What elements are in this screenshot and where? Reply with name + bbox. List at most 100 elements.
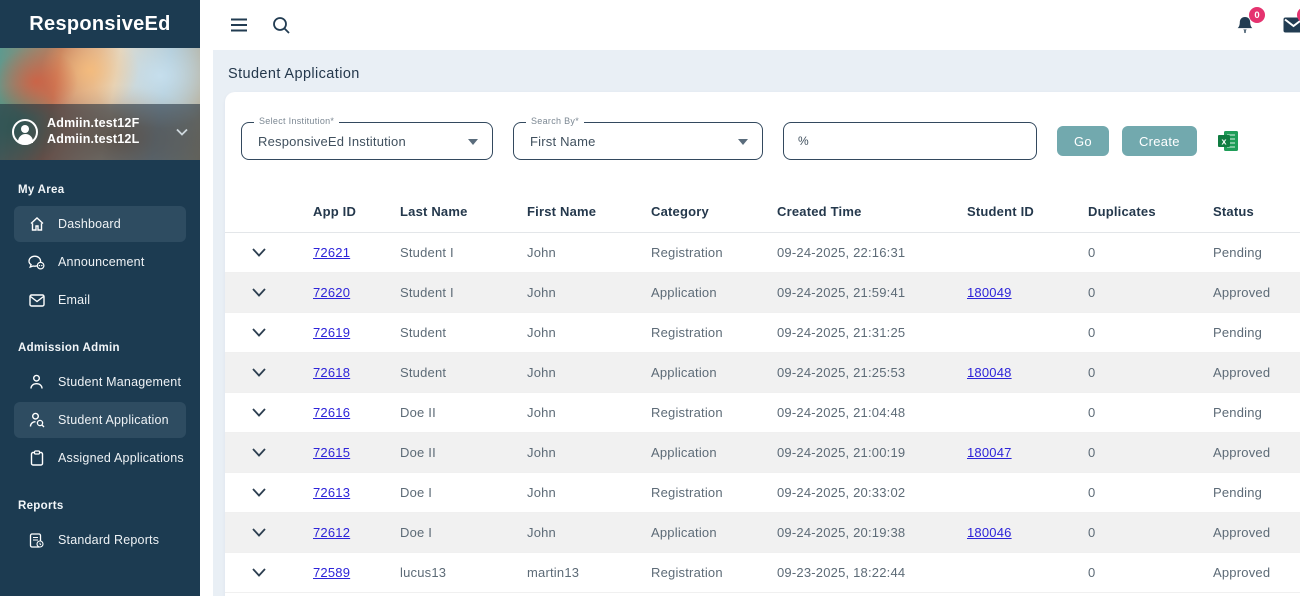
row-expand-chevron-icon[interactable] — [252, 367, 266, 377]
sidebar: ResponsiveEd Admiin.test12F Admiin.test1… — [0, 0, 200, 596]
sidebar-item-standard-reports[interactable]: Standard Reports — [14, 522, 186, 558]
last-name-cell: Doe I — [400, 512, 527, 552]
excel-export-icon[interactable]: x — [1217, 130, 1239, 152]
chevron-down-icon[interactable] — [176, 123, 188, 141]
sidebar-hero-image: Admiin.test12F Admiin.test12L — [0, 48, 200, 160]
row-expand-chevron-icon[interactable] — [252, 247, 266, 257]
search-by-select-label: Search By* — [526, 116, 585, 126]
row-expand-chevron-icon[interactable] — [252, 447, 266, 457]
status-cell: Approved — [1213, 512, 1300, 552]
first-name-cell: John — [527, 352, 651, 392]
student-id-link[interactable]: 180049 — [967, 285, 1012, 300]
row-expand-chevron-icon[interactable] — [252, 327, 266, 337]
row-expand-chevron-icon[interactable] — [252, 527, 266, 537]
institution-select[interactable]: Select Institution* ResponsiveEd Institu… — [241, 116, 493, 160]
last-name-cell: Student I — [400, 272, 527, 312]
app-id-link[interactable]: 72621 — [313, 245, 350, 260]
category-cell: Registration — [651, 244, 723, 260]
first-name-cell: John — [527, 244, 556, 260]
row-expand-chevron-icon[interactable] — [252, 407, 266, 417]
brand-logo-text: ResponsiveEd — [29, 12, 171, 35]
app-id-cell: 72619 — [313, 312, 400, 352]
row-expand-chevron-icon[interactable] — [252, 487, 266, 497]
row-expand-cell — [225, 552, 313, 592]
created-time-cell: 09-24-2025, 20:33:02 — [777, 484, 906, 500]
sidebar-item-student-management[interactable]: Student Management — [14, 364, 186, 400]
table-row: 72618 Student John Application 09-24-2025, 2… — [225, 352, 1300, 392]
app-id-link[interactable]: 72619 — [313, 325, 350, 340]
student-id-link[interactable]: 180047 — [967, 445, 1012, 460]
row-expand-chevron-icon[interactable] — [252, 567, 266, 577]
created-time-cell: 09-24-2025, 21:00:19 — [777, 432, 967, 472]
user-menu[interactable]: Admiin.test12F Admiin.test12L — [0, 104, 200, 160]
status-cell: Approved — [1213, 432, 1300, 472]
sidebar-item-label: Dashboard — [58, 217, 121, 231]
row-expand-cell — [225, 432, 313, 472]
filter-bar: Select Institution* ResponsiveEd Institu… — [225, 116, 1300, 160]
duplicates-cell: 0 — [1088, 512, 1213, 552]
duplicates-cell: 0 — [1088, 404, 1096, 420]
created-time-cell: 09-24-2025, 21:25:53 — [777, 352, 967, 392]
sidebar-item-label: Standard Reports — [58, 533, 160, 547]
row-expand-cell — [225, 512, 313, 552]
app-id-link[interactable]: 72589 — [313, 565, 350, 580]
table-row: 72620 Student I John Application 09-24-2025,… — [225, 272, 1300, 312]
section-label-admission-admin: Admission Admin — [18, 342, 120, 354]
search-icon[interactable] — [270, 14, 292, 36]
create-button[interactable]: Create — [1121, 126, 1197, 156]
page-title: Student Application — [228, 66, 360, 82]
search-by-select[interactable]: Search By* First Name — [513, 116, 763, 160]
created-time-cell: 09-24-2025, 21:04:48 — [777, 404, 906, 420]
report-clock-icon — [28, 532, 45, 549]
app-id-link[interactable]: 72613 — [313, 485, 350, 500]
sidebar-item-announcement[interactable]: Announcement — [14, 244, 186, 280]
avatar — [12, 119, 38, 145]
duplicates-cell: 0 — [1088, 484, 1096, 500]
row-expand-cell — [225, 352, 313, 392]
row-expand-cell — [225, 392, 313, 432]
category-cell: Application — [651, 512, 777, 552]
section-label-my-area: My Area — [18, 184, 65, 196]
last-name-cell: Doe I — [400, 484, 433, 500]
table-row: 72613 Doe I John Registration 09-24-2025, 20… — [225, 472, 1300, 512]
main-area: 0 2 Student Application Select Instituti… — [200, 0, 1300, 596]
app-id-link[interactable]: 72612 — [313, 525, 350, 540]
app-id-link[interactable]: 72616 — [313, 405, 350, 420]
sidebar-item-student-application[interactable]: Student Application — [14, 402, 186, 438]
hamburger-menu-icon[interactable] — [228, 14, 250, 36]
app-id-cell: 72589 — [313, 552, 400, 592]
column-header-category: Category — [651, 192, 777, 233]
student-id-cell — [967, 552, 1088, 592]
mail-icon[interactable]: 2 — [1282, 7, 1300, 36]
last-name-cell: Student I — [400, 244, 454, 260]
app-id-link[interactable]: 72618 — [313, 365, 350, 380]
duplicates-cell: 0 — [1088, 272, 1213, 312]
table-row: 72612 Doe I John Application 09-24-2025, 20:… — [225, 512, 1300, 552]
sidebar-item-assigned-applications[interactable]: Assigned Applications — [14, 440, 186, 476]
status-cell: Pending — [1213, 484, 1263, 500]
status-cell: Approved — [1213, 272, 1300, 312]
duplicates-cell: 0 — [1088, 564, 1096, 580]
app-id-link[interactable]: 72620 — [313, 285, 350, 300]
row-expand-chevron-icon[interactable] — [252, 287, 266, 297]
app-id-cell: 72612 — [313, 512, 400, 552]
sidebar-item-email[interactable]: Email — [14, 282, 186, 318]
person-icon — [28, 374, 45, 391]
category-cell: Application — [651, 272, 777, 312]
app-id-cell: 72618 — [313, 352, 400, 392]
sidebar-item-label: Assigned Applications — [58, 451, 184, 465]
table-row: 72621 Student I John Registration 09-24-2025… — [225, 232, 1300, 272]
app-id-link[interactable]: 72615 — [313, 445, 350, 460]
student-id-link[interactable]: 180048 — [967, 365, 1012, 380]
content-gutter — [200, 50, 213, 596]
status-cell: Pending — [1213, 244, 1263, 260]
row-expand-cell — [225, 472, 313, 512]
duplicates-cell: 0 — [1088, 244, 1096, 260]
app-id-cell: 72615 — [313, 432, 400, 472]
sidebar-item-dashboard[interactable]: Dashboard — [14, 206, 186, 242]
search-text-input[interactable] — [783, 122, 1037, 160]
student-id-link[interactable]: 180046 — [967, 525, 1012, 540]
duplicates-cell: 0 — [1088, 432, 1213, 472]
notifications-bell-icon[interactable]: 0 — [1234, 7, 1265, 36]
go-button[interactable]: Go — [1057, 126, 1109, 156]
